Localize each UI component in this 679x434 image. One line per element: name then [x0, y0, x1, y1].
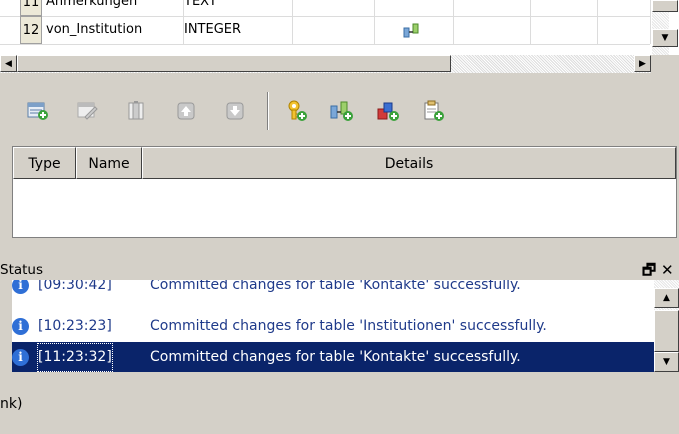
- grid-cell[interactable]: [454, 0, 531, 16]
- field-type-cell[interactable]: TEXT: [181, 0, 293, 16]
- grid-cell[interactable]: [375, 0, 454, 16]
- list-item[interactable]: i [09:30:42] Committed changes for table…: [12, 280, 654, 301]
- fields-horizontal-scrollbar[interactable]: ◀ ▶: [0, 55, 651, 73]
- list-item-selected[interactable]: i [11:23:32] Committed changes for table…: [12, 342, 654, 372]
- move-down-icon: [226, 102, 244, 120]
- field-type-cell[interactable]: INTEGER: [181, 16, 293, 44]
- scroll-right-button[interactable]: ▶: [634, 55, 651, 72]
- status-bar-text: nk): [0, 396, 23, 412]
- grid-cell[interactable]: [375, 16, 454, 44]
- scroll-down-button[interactable]: ▼: [652, 29, 678, 47]
- field-name-cell[interactable]: von_Institution: [43, 16, 184, 44]
- move-down-button[interactable]: [219, 96, 251, 126]
- row-number: 12: [20, 16, 42, 44]
- chevron-up-icon: ▲: [663, 293, 670, 303]
- add-index-button[interactable]: [281, 96, 313, 126]
- edit-field-icon: [77, 101, 99, 121]
- edit-field-button[interactable]: [72, 96, 104, 126]
- grid-cell[interactable]: [290, 16, 375, 44]
- list-item[interactable]: i [10:23:23] Committed changes for table…: [12, 311, 654, 342]
- table-row[interactable]: 11 Anmerkungen TEXT: [0, 0, 651, 17]
- field-name-cell[interactable]: Anmerkungen: [43, 0, 184, 16]
- grid-cell[interactable]: [531, 0, 598, 16]
- add-index-icon: [286, 100, 308, 122]
- log-message: Committed changes for table 'Kontakte' s…: [150, 280, 521, 293]
- field-toolbar: [0, 88, 679, 142]
- log-message: Committed changes for table 'Institution…: [150, 318, 547, 334]
- log-message: Committed changes for table 'Kontakte' s…: [150, 349, 521, 365]
- grid-cell[interactable]: [290, 0, 375, 16]
- indexes-grid[interactable]: Type Name Details: [12, 146, 677, 238]
- grid-cell[interactable]: [454, 16, 531, 44]
- info-icon: i: [12, 318, 29, 335]
- column-header-name[interactable]: Name: [76, 147, 142, 179]
- fields-vertical-scrollbar[interactable]: ▼: [651, 0, 679, 56]
- toolbar-separator: [267, 92, 269, 130]
- move-up-button[interactable]: [170, 96, 202, 126]
- info-icon: i: [12, 280, 29, 294]
- add-trigger-icon: [423, 100, 445, 122]
- log-timestamp: [09:30:42]: [38, 280, 112, 293]
- status-vertical-scrollbar[interactable]: ▲ ▼: [654, 280, 679, 372]
- add-check-button[interactable]: [372, 96, 404, 126]
- add-check-icon: [376, 100, 400, 122]
- row-number: 11: [20, 0, 42, 16]
- column-header-type[interactable]: Type: [13, 147, 76, 179]
- grid-cell[interactable]: [598, 16, 651, 44]
- info-icon: i: [12, 349, 29, 366]
- grid-cell[interactable]: [531, 16, 598, 44]
- scroll-up-button[interactable]: ▲: [654, 288, 679, 308]
- delete-field-icon: [126, 101, 146, 121]
- scroll-left-button[interactable]: ◀: [0, 55, 17, 72]
- scroll-down-button[interactable]: ▼: [654, 352, 679, 372]
- log-timestamp: [10:23:23]: [38, 318, 112, 334]
- fields-grid[interactable]: 11 Anmerkungen TEXT 12 von_Institution I…: [0, 0, 679, 56]
- chevron-down-icon: ▼: [663, 357, 670, 367]
- log-timestamp: [11:23:32]: [36, 342, 114, 372]
- scroll-up-button[interactable]: [652, 0, 678, 12]
- add-foreign-key-button[interactable]: [326, 96, 358, 126]
- foreign-key-icon: [403, 22, 419, 44]
- status-log-list[interactable]: i [09:30:42] Committed changes for table…: [12, 280, 679, 372]
- scrollbar-thumb[interactable]: [17, 55, 451, 72]
- move-up-icon: [177, 102, 195, 120]
- delete-field-button[interactable]: [120, 96, 152, 126]
- chevron-left-icon: ◀: [5, 58, 12, 69]
- grid-cell[interactable]: [598, 0, 651, 16]
- scroll-corner: [651, 55, 679, 73]
- chevron-right-icon: ▶: [639, 58, 646, 69]
- column-header-details[interactable]: Details: [142, 147, 676, 179]
- scrollbar-thumb[interactable]: [654, 310, 679, 352]
- add-foreign-key-icon: [330, 100, 354, 122]
- add-trigger-button[interactable]: [418, 96, 450, 126]
- chevron-down-icon: ▼: [661, 33, 669, 43]
- table-row[interactable]: 12 von_Institution INTEGER: [0, 16, 651, 45]
- add-field-icon: [27, 101, 49, 121]
- add-field-button[interactable]: [22, 96, 54, 126]
